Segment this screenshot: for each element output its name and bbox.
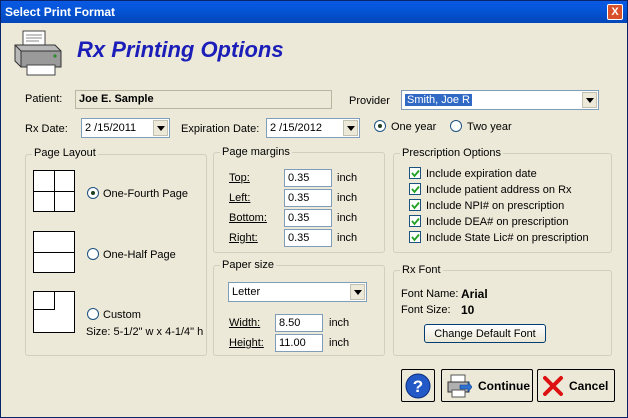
close-button[interactable]: X xyxy=(607,4,623,20)
margin-left-label: Left: xyxy=(229,192,251,204)
svg-text:?: ? xyxy=(413,377,423,396)
one-half-radio[interactable] xyxy=(87,248,99,260)
include-npi-label[interactable]: Include NPI# on prescription xyxy=(426,200,564,212)
help-button[interactable]: ? xyxy=(401,369,435,402)
margin-right-unit: inch xyxy=(337,232,358,244)
margin-bottom-unit: inch xyxy=(337,212,358,224)
paper-height-input[interactable]: 11.00 xyxy=(275,334,323,352)
rx-font-title: Rx Font xyxy=(400,264,443,276)
include-expiration-checkbox[interactable] xyxy=(409,167,421,179)
one-year-radio[interactable] xyxy=(374,120,386,132)
custom-label[interactable]: Custom xyxy=(103,309,141,321)
include-npi-checkbox[interactable] xyxy=(409,199,421,211)
expiration-date-value: 2 /15/2012 xyxy=(270,122,322,134)
change-default-font-button[interactable]: Change Default Font xyxy=(424,324,546,343)
provider-label: Provider xyxy=(349,95,390,107)
margin-top-label: Top: xyxy=(229,172,250,184)
margin-top-input[interactable]: 0.35 xyxy=(284,169,332,187)
cancel-button[interactable]: Cancel xyxy=(537,369,615,402)
provider-value: Smith, Joe R xyxy=(405,94,472,106)
one-half-label[interactable]: One-Half Page xyxy=(103,249,176,261)
paper-height-unit: inch xyxy=(329,337,350,349)
rx-date-label: Rx Date: xyxy=(25,123,68,135)
paper-size-select[interactable]: Letter xyxy=(228,282,367,302)
margin-top-unit: inch xyxy=(337,172,358,184)
margin-bottom-input[interactable]: 0.35 xyxy=(284,209,332,227)
margin-right-input[interactable]: 0.35 xyxy=(284,229,332,247)
page-layout-title: Page Layout xyxy=(32,147,98,159)
rx-date-value: 2 /15/2011 xyxy=(85,122,137,134)
include-address-checkbox[interactable] xyxy=(409,183,421,195)
window-title: Select Print Format xyxy=(5,5,116,19)
font-name-label: Font Name: xyxy=(401,288,459,300)
font-size-value: 10 xyxy=(461,303,475,317)
patient-field: Joe E. Sample xyxy=(75,90,332,109)
continue-label: Continue xyxy=(478,378,530,393)
margin-left-unit: inch xyxy=(337,192,358,204)
one-fourth-label[interactable]: One-Fourth Page xyxy=(103,188,188,200)
paper-width-label: Width: xyxy=(229,317,261,329)
provider-select[interactable]: Smith, Joe R xyxy=(401,90,599,110)
one-fourth-radio[interactable] xyxy=(87,187,99,199)
paper-width-input[interactable]: 8.50 xyxy=(275,314,323,332)
one-half-layout-icon xyxy=(33,231,75,273)
include-dea-label[interactable]: Include DEA# on prescription xyxy=(426,216,568,228)
cancel-label: Cancel xyxy=(569,378,609,393)
expiration-date-label: Expiration Date: xyxy=(181,123,260,135)
patient-label: Patient: xyxy=(25,93,63,105)
two-year-label[interactable]: Two year xyxy=(467,121,512,133)
paper-width-unit: inch xyxy=(329,317,350,329)
one-fourth-layout-icon xyxy=(33,170,75,212)
chevron-down-icon[interactable] xyxy=(350,284,365,300)
paper-height-label: Height: xyxy=(229,337,264,349)
margin-bottom-label: Bottom: xyxy=(229,212,267,224)
continue-button[interactable]: Continue xyxy=(441,369,533,402)
cancel-x-icon xyxy=(543,375,563,396)
paper-size-title: Paper size xyxy=(220,259,276,271)
printer-icon xyxy=(14,30,62,76)
continue-printer-icon xyxy=(447,374,472,397)
font-name-value: Arial xyxy=(461,287,488,301)
paper-size-value: Letter xyxy=(232,286,261,298)
rx-date-picker[interactable]: 2 /15/2011 xyxy=(81,118,170,138)
font-size-label: Font Size: xyxy=(401,304,451,316)
page-margins-title: Page margins xyxy=(220,146,292,158)
custom-layout-icon xyxy=(33,291,75,333)
include-expiration-label[interactable]: Include expiration date xyxy=(426,168,537,180)
title-bar: Select Print Format X xyxy=(1,1,627,23)
expiration-date-picker[interactable]: 2 /15/2012 xyxy=(266,118,360,138)
custom-size-text: Size: 5-1/2" w x 4-1/4" h xyxy=(86,326,204,338)
one-year-label[interactable]: One year xyxy=(391,121,436,133)
chevron-down-icon[interactable] xyxy=(582,92,597,108)
page-title: Rx Printing Options xyxy=(77,37,284,62)
prescription-options-title: Prescription Options xyxy=(400,147,504,159)
two-year-radio[interactable] xyxy=(450,120,462,132)
margin-left-input[interactable]: 0.35 xyxy=(284,189,332,207)
include-state-lic-label[interactable]: Include State Lic# on prescription xyxy=(426,232,589,244)
include-dea-checkbox[interactable] xyxy=(409,215,421,227)
chevron-down-icon[interactable] xyxy=(153,120,168,136)
include-state-lic-checkbox[interactable] xyxy=(409,231,421,243)
dialog-window: Select Print Format X Rx Printing Option… xyxy=(0,0,628,418)
margin-right-label: Right: xyxy=(229,232,258,244)
chevron-down-icon[interactable] xyxy=(343,120,358,136)
custom-radio[interactable] xyxy=(87,308,99,320)
include-address-label[interactable]: Include patient address on Rx xyxy=(426,184,572,196)
help-icon: ? xyxy=(405,373,431,398)
